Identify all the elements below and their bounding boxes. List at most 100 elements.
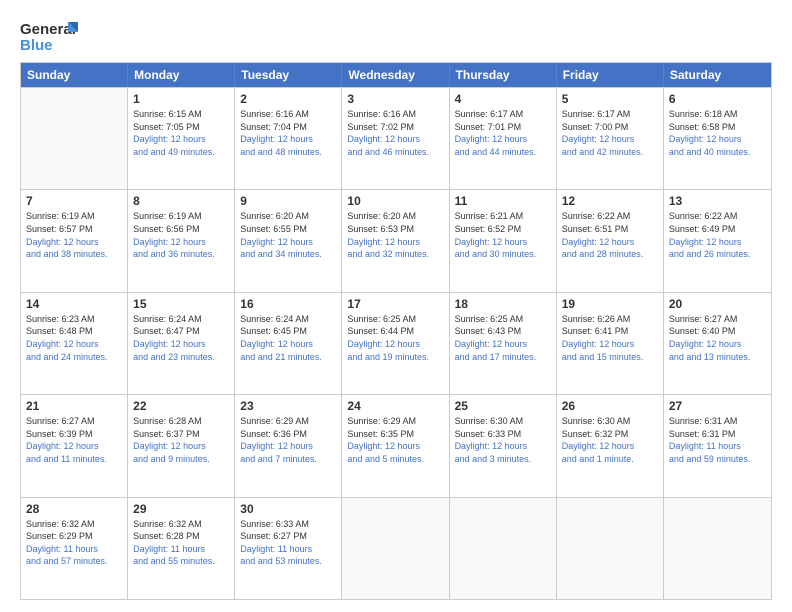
header-cell-thursday: Thursday — [450, 63, 557, 87]
daylight-text-2: and and 48 minutes. — [240, 146, 336, 159]
sunset-text: Sunset: 6:40 PM — [669, 325, 766, 338]
day-number: 21 — [26, 399, 122, 413]
cal-cell: 21Sunrise: 6:27 AMSunset: 6:39 PMDayligh… — [21, 395, 128, 496]
day-number: 19 — [562, 297, 658, 311]
daylight-text-2: and and 13 minutes. — [669, 351, 766, 364]
day-number: 8 — [133, 194, 229, 208]
sunrise-text: Sunrise: 6:21 AM — [455, 210, 551, 223]
cal-cell: 27Sunrise: 6:31 AMSunset: 6:31 PMDayligh… — [664, 395, 771, 496]
cal-cell: 4Sunrise: 6:17 AMSunset: 7:01 PMDaylight… — [450, 88, 557, 189]
cal-cell: 30Sunrise: 6:33 AMSunset: 6:27 PMDayligh… — [235, 498, 342, 599]
sunrise-text: Sunrise: 6:18 AM — [669, 108, 766, 121]
sunrise-text: Sunrise: 6:33 AM — [240, 518, 336, 531]
daylight-text: Daylight: 12 hours — [669, 236, 766, 249]
sunset-text: Sunset: 6:37 PM — [133, 428, 229, 441]
daylight-text-2: and and 38 minutes. — [26, 248, 122, 261]
cell-info: Sunrise: 6:31 AMSunset: 6:31 PMDaylight:… — [669, 415, 766, 465]
day-number: 23 — [240, 399, 336, 413]
daylight-text: Daylight: 12 hours — [240, 133, 336, 146]
daylight-text: Daylight: 12 hours — [26, 236, 122, 249]
cal-cell: 13Sunrise: 6:22 AMSunset: 6:49 PMDayligh… — [664, 190, 771, 291]
svg-text:Blue: Blue — [20, 37, 53, 54]
day-number: 3 — [347, 92, 443, 106]
sunrise-text: Sunrise: 6:17 AM — [562, 108, 658, 121]
cell-info: Sunrise: 6:29 AMSunset: 6:35 PMDaylight:… — [347, 415, 443, 465]
daylight-text: Daylight: 12 hours — [562, 338, 658, 351]
sunset-text: Sunset: 6:49 PM — [669, 223, 766, 236]
cell-info: Sunrise: 6:16 AMSunset: 7:04 PMDaylight:… — [240, 108, 336, 158]
daylight-text: Daylight: 12 hours — [562, 133, 658, 146]
daylight-text-2: and and 11 minutes. — [26, 453, 122, 466]
cal-cell: 20 Sunrise: 6:27 AMSunset: 6:40 PMDayligh… — [664, 293, 771, 394]
sunset-text: Sunset: 6:27 PM — [240, 530, 336, 543]
daylight-text-2: and and 1 minute. — [562, 453, 658, 466]
day-number: 4 — [455, 92, 551, 106]
day-number: 20 — [669, 297, 766, 311]
cell-info: Sunrise: 6:18 AMSunset: 6:58 PMDaylight:… — [669, 108, 766, 158]
cell-info: Sunrise: 6:19 AMSunset: 6:56 PMDaylight:… — [133, 210, 229, 260]
sunset-text: Sunset: 6:29 PM — [26, 530, 122, 543]
cell-info: Sunrise: 6:24 AMSunset: 6:45 PMDaylight:… — [240, 313, 336, 363]
day-number: 1 — [133, 92, 229, 106]
sunset-text: Sunset: 6:39 PM — [26, 428, 122, 441]
sunset-text: Sunset: 6:41 PM — [562, 325, 658, 338]
daylight-text: Daylight: 11 hours — [133, 543, 229, 556]
sunrise-text: Sunrise: 6:15 AM — [133, 108, 229, 121]
cal-cell: 25 Sunrise: 6:30 AMSunset: 6:33 PMDayligh… — [450, 395, 557, 496]
sunset-text: Sunset: 6:45 PM — [240, 325, 336, 338]
cal-cell: 14Sunrise: 6:23 AMSunset: 6:48 PMDayligh… — [21, 293, 128, 394]
week-row-1: 1Sunrise: 6:15 AMSunset: 7:05 PMDaylight… — [21, 87, 771, 189]
cal-cell: 9Sunrise: 6:20 AMSunset: 6:55 PMDaylight… — [235, 190, 342, 291]
cell-info: Sunrise: 6:22 AMSunset: 6:51 PMDaylight:… — [562, 210, 658, 260]
daylight-text: Daylight: 12 hours — [455, 236, 551, 249]
day-number: 14 — [26, 297, 122, 311]
daylight-text: Daylight: 12 hours — [26, 440, 122, 453]
header-cell-wednesday: Wednesday — [342, 63, 449, 87]
day-number: 25 — [455, 399, 551, 413]
day-number: 11 — [455, 194, 551, 208]
daylight-text-2: and and 44 minutes. — [455, 146, 551, 159]
daylight-text: Daylight: 12 hours — [133, 338, 229, 351]
cell-info: Sunrise: 6:30 AMSunset: 6:33 PMDaylight:… — [455, 415, 551, 465]
sunrise-text: Sunrise: 6:20 AM — [347, 210, 443, 223]
daylight-text-2: and and 34 minutes. — [240, 248, 336, 261]
sunset-text: Sunset: 6:53 PM — [347, 223, 443, 236]
day-number: 26 — [562, 399, 658, 413]
sunrise-text: Sunrise: 6:19 AM — [133, 210, 229, 223]
sunrise-text: Sunrise: 6:22 AM — [669, 210, 766, 223]
cal-cell: 19Sunrise: 6:26 AMSunset: 6:41 PMDayligh… — [557, 293, 664, 394]
cal-cell: 28Sunrise: 6:32 AMSunset: 6:29 PMDayligh… — [21, 498, 128, 599]
page: GeneralBlue SundayMondayTuesdayWednesday… — [0, 0, 792, 612]
sunset-text: Sunset: 6:51 PM — [562, 223, 658, 236]
cell-info: Sunrise: 6:20 AMSunset: 6:55 PMDaylight:… — [240, 210, 336, 260]
daylight-text: Daylight: 12 hours — [455, 133, 551, 146]
daylight-text: Daylight: 12 hours — [133, 133, 229, 146]
cal-cell: 10Sunrise: 6:20 AMSunset: 6:53 PMDayligh… — [342, 190, 449, 291]
cal-cell: 24Sunrise: 6:29 AMSunset: 6:35 PMDayligh… — [342, 395, 449, 496]
week-row-2: 7Sunrise: 6:19 AMSunset: 6:57 PMDaylight… — [21, 189, 771, 291]
header-cell-saturday: Saturday — [664, 63, 771, 87]
daylight-text: Daylight: 12 hours — [133, 440, 229, 453]
daylight-text: Daylight: 12 hours — [669, 133, 766, 146]
cal-cell: 2Sunrise: 6:16 AMSunset: 7:04 PMDaylight… — [235, 88, 342, 189]
sunset-text: Sunset: 7:00 PM — [562, 121, 658, 134]
sunrise-text: Sunrise: 6:24 AM — [240, 313, 336, 326]
calendar: SundayMondayTuesdayWednesdayThursdayFrid… — [20, 62, 772, 600]
daylight-text-2: and and 40 minutes. — [669, 146, 766, 159]
sunset-text: Sunset: 6:58 PM — [669, 121, 766, 134]
cal-cell: 3Sunrise: 6:16 AMSunset: 7:02 PMDaylight… — [342, 88, 449, 189]
day-number: 6 — [669, 92, 766, 106]
cal-cell: 8 Sunrise: 6:19 AMSunset: 6:56 PMDaylight… — [128, 190, 235, 291]
cal-cell: 17Sunrise: 6:25 AMSunset: 6:44 PMDayligh… — [342, 293, 449, 394]
daylight-text: Daylight: 12 hours — [347, 133, 443, 146]
sunset-text: Sunset: 6:48 PM — [26, 325, 122, 338]
week-row-3: 14Sunrise: 6:23 AMSunset: 6:48 PMDayligh… — [21, 292, 771, 394]
sunset-text: Sunset: 6:35 PM — [347, 428, 443, 441]
cal-cell: 11Sunrise: 6:21 AMSunset: 6:52 PMDayligh… — [450, 190, 557, 291]
cal-cell: 16Sunrise: 6:24 AMSunset: 6:45 PMDayligh… — [235, 293, 342, 394]
daylight-text: Daylight: 12 hours — [562, 236, 658, 249]
cell-info: Sunrise: 6:27 AMSunset: 6:40 PMDaylight:… — [669, 313, 766, 363]
cell-info: Sunrise: 6:29 AMSunset: 6:36 PMDaylight:… — [240, 415, 336, 465]
daylight-text: Daylight: 12 hours — [562, 440, 658, 453]
daylight-text-2: and and 42 minutes. — [562, 146, 658, 159]
